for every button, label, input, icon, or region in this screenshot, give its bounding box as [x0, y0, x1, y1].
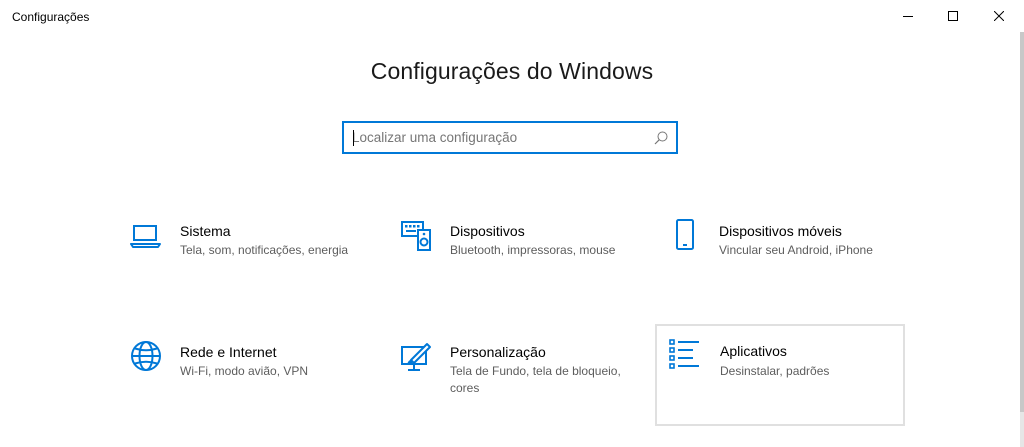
search-box[interactable] [342, 121, 678, 154]
category-description: Vincular seu Android, iPhone [719, 243, 873, 257]
maximize-icon [948, 11, 958, 21]
window-title: Configurações [12, 10, 90, 24]
category-description: Tela, som, notificações, energia [180, 243, 349, 257]
laptop-icon [130, 222, 162, 258]
category-description: Bluetooth, impressoras, mouse [450, 243, 616, 257]
scrollbar-thumb[interactable] [1020, 32, 1024, 412]
category-title: Dispositivos móveis [719, 223, 842, 239]
category-tile-sistema[interactable]: Sistema Tela, som, notificações, energia [128, 214, 376, 312]
category-tile-personalizacao[interactable]: Personalização Tela de Fundo, tela de bl… [398, 335, 646, 433]
category-title: Aplicativos [720, 343, 787, 359]
paintbrush-icon [400, 340, 432, 376]
maximize-button[interactable] [930, 0, 976, 32]
category-tile-aplicativos[interactable]: Aplicativos Desinstalar, padrões [655, 324, 905, 426]
category-title: Personalização [450, 344, 546, 360]
category-description: Tela de Fundo, tela de bloqueio, cores [450, 364, 621, 395]
category-title: Dispositivos [450, 223, 525, 239]
category-title: Sistema [180, 223, 231, 239]
page-title: Configurações do Windows [370, 58, 654, 84]
apps-list-icon [669, 338, 701, 374]
category-description: Wi-Fi, modo avião, VPN [180, 364, 309, 378]
category-tile-dispositivos[interactable]: Dispositivos Bluetooth, impressoras, mou… [398, 214, 646, 312]
minimize-button[interactable] [885, 0, 931, 32]
phone-icon [674, 218, 706, 254]
category-title: Rede e Internet [180, 344, 277, 360]
text-caret [353, 130, 354, 146]
minimize-icon [903, 16, 913, 17]
devices-icon [400, 218, 432, 254]
category-tile-rede-internet[interactable]: Rede e Internet Wi-Fi, modo avião, VPN [128, 335, 376, 433]
category-description: Desinstalar, padrões [720, 364, 830, 378]
category-tile-dispositivos-moveis[interactable]: Dispositivos móveis Vincular seu Android… [668, 214, 916, 312]
globe-icon [130, 340, 162, 376]
close-button[interactable] [976, 0, 1022, 32]
title-bar: Configurações [0, 0, 1024, 32]
search-input[interactable] [352, 123, 642, 152]
close-icon [994, 11, 1004, 21]
search-icon[interactable] [654, 131, 668, 145]
